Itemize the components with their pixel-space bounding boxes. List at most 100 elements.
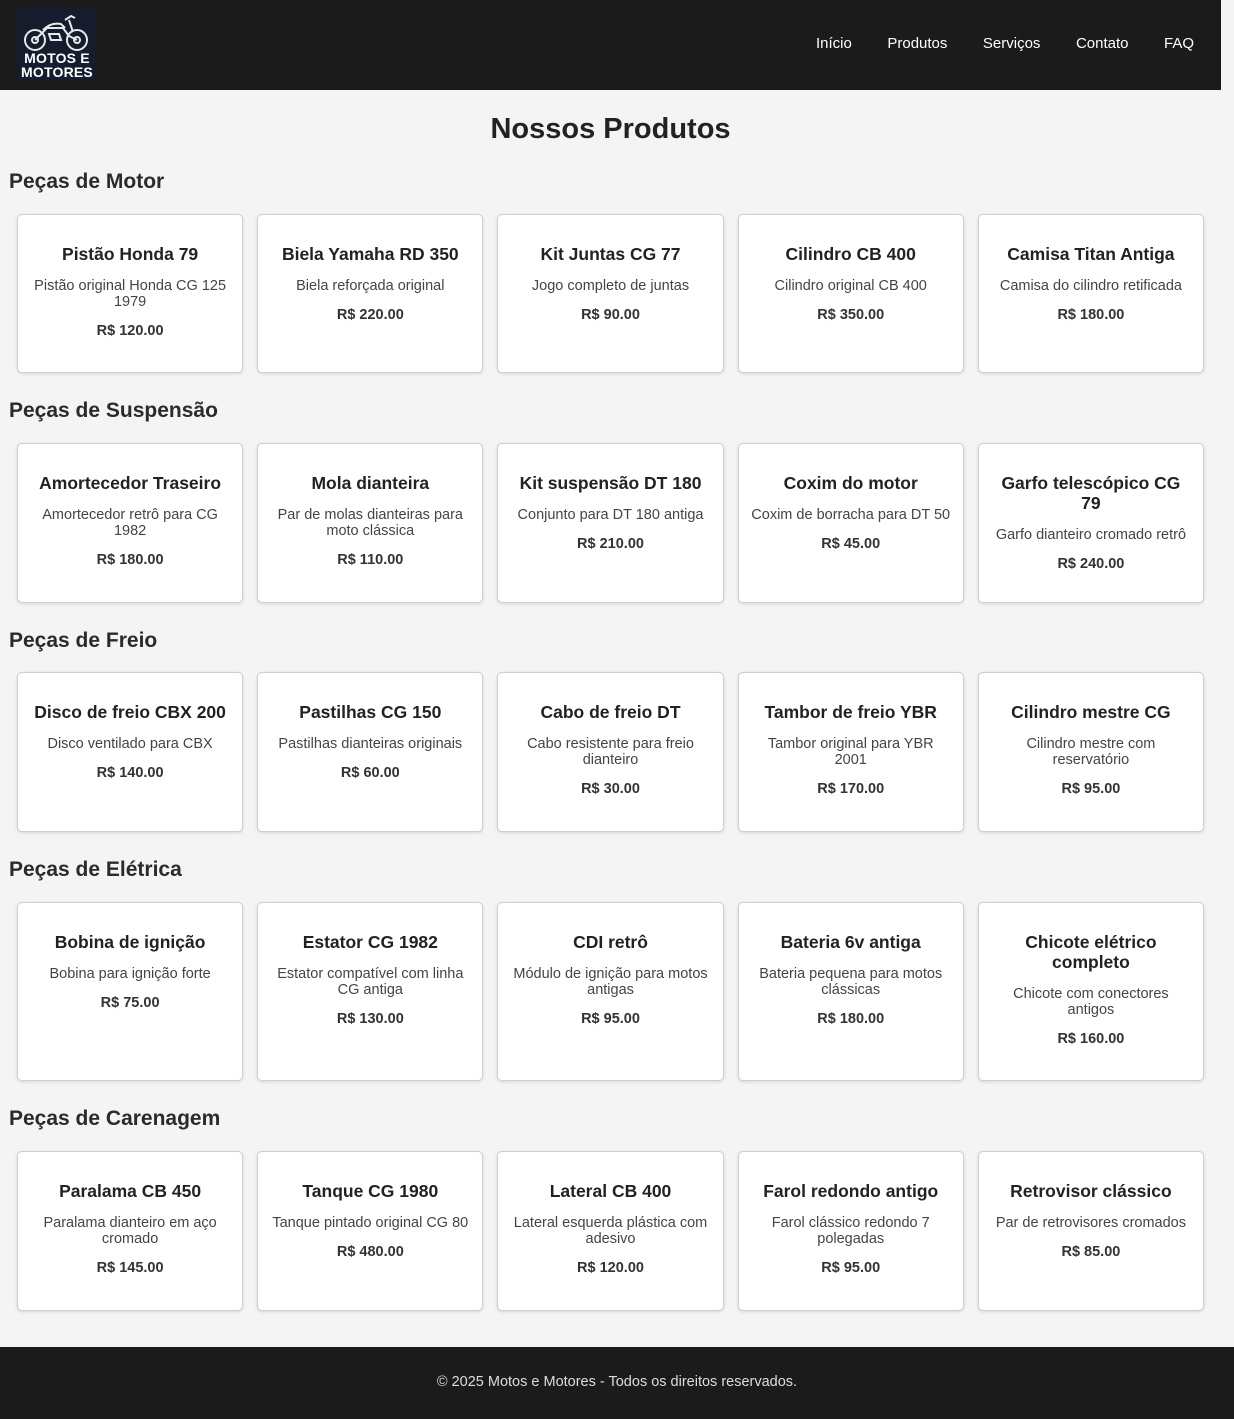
product-description: Conjunto para DT 180 antiga bbox=[517, 507, 704, 523]
product-description: Bobina para ignição forte bbox=[49, 966, 211, 982]
product-name: Farol redondo antigo bbox=[763, 1181, 939, 1201]
product-name: Cabo de freio DT bbox=[540, 702, 681, 722]
product-card[interactable]: Bobina de ignição Bobina para ignição fo… bbox=[17, 902, 244, 1081]
product-price: R$ 480.00 bbox=[336, 1244, 404, 1260]
product-card[interactable]: Farol redondo antigo Farol clássico redo… bbox=[737, 1151, 964, 1311]
product-description: Biela reforçada original bbox=[296, 278, 445, 294]
product-name: Kit Juntas CG 77 bbox=[540, 244, 681, 264]
product-price: R$ 45.00 bbox=[821, 536, 881, 552]
product-description: Amortecedor retrô para CG 1982 bbox=[42, 507, 218, 539]
product-description: Farol clássico redondo 7 polegadas bbox=[771, 1215, 930, 1247]
product-description: Camisa do cilindro retificada bbox=[999, 278, 1182, 294]
product-price: R$ 210.00 bbox=[577, 536, 644, 552]
product-name: Amortecedor Traseiro bbox=[39, 473, 222, 493]
product-price: R$ 95.00 bbox=[1061, 781, 1121, 797]
nav-link-produtos[interactable]: Produtos bbox=[887, 34, 947, 54]
motorcycle-icon bbox=[24, 14, 88, 51]
product-price: R$ 170.00 bbox=[817, 781, 885, 797]
site-header: MOTOS E MOTORES Início Produtos Serviços… bbox=[0, 0, 1221, 90]
product-name: Tanque CG 1980 bbox=[302, 1181, 439, 1201]
product-description: Cilindro original CB 400 bbox=[774, 278, 927, 294]
product-description: Pistão original Honda CG 125 1979 bbox=[34, 278, 227, 310]
product-name: Disco de freio CBX 200 bbox=[34, 702, 226, 722]
brand-name-line2: MOTORES bbox=[21, 64, 93, 80]
product-description: Jogo completo de juntas bbox=[531, 278, 690, 294]
footer-copyright: © 2025 Motos e Motores - Todos os direit… bbox=[436, 1374, 798, 1390]
product-price: R$ 120.00 bbox=[96, 323, 164, 339]
product-card[interactable]: Amortecedor Traseiro Amortecedor retrô p… bbox=[17, 443, 244, 603]
product-price: R$ 75.00 bbox=[100, 995, 160, 1011]
section-title-suspensao: Peças de Suspensão bbox=[9, 399, 218, 422]
product-card[interactable]: Garfo telescópico CG 79 Garfo dianteiro … bbox=[977, 443, 1205, 603]
product-name: Pastilhas CG 150 bbox=[299, 702, 442, 722]
product-card[interactable]: Tanque CG 1980 Tanque pintado original C… bbox=[257, 1151, 484, 1311]
product-price: R$ 180.00 bbox=[1057, 307, 1125, 323]
product-name: Garfo telescópico CG 79 bbox=[1001, 473, 1181, 513]
product-card[interactable]: Biela Yamaha RD 350 Biela reforçada orig… bbox=[257, 214, 484, 373]
section-title-carenagem: Peças de Carenagem bbox=[9, 1107, 221, 1130]
brand-logo[interactable]: MOTOS E MOTORES bbox=[17, 8, 95, 80]
product-card[interactable]: Pastilhas CG 150 Pastilhas dianteiras or… bbox=[257, 672, 484, 832]
product-price: R$ 90.00 bbox=[581, 307, 640, 323]
nav-link-faq[interactable]: FAQ bbox=[1164, 34, 1194, 54]
product-price: R$ 240.00 bbox=[1057, 556, 1125, 572]
product-price: R$ 140.00 bbox=[96, 765, 164, 781]
product-name: Tambor de freio YBR bbox=[764, 702, 937, 722]
product-card[interactable]: Pistão Honda 79 Pistão original Honda CG… bbox=[17, 214, 244, 373]
product-price: R$ 350.00 bbox=[817, 307, 885, 323]
product-card[interactable]: Kit Juntas CG 77 Jogo completo de juntas… bbox=[497, 214, 724, 373]
product-description: Par de retrovisores cromados bbox=[995, 1215, 1186, 1231]
product-name: Lateral CB 400 bbox=[549, 1181, 672, 1201]
section-title-eletrica: Peças de Elétrica bbox=[9, 858, 182, 881]
product-price: R$ 95.00 bbox=[581, 1011, 640, 1027]
product-grid-eletrica: Bobina de ignição Bobina para ignição fo… bbox=[17, 902, 1205, 1081]
product-card[interactable]: Cilindro CB 400 Cilindro original CB 400… bbox=[737, 214, 964, 373]
product-name: Chicote elétrico completo bbox=[1025, 932, 1157, 972]
nav-link-inicio[interactable]: Início bbox=[816, 34, 852, 54]
main-nav: Início Produtos Serviços Contato FAQ bbox=[781, 34, 1194, 54]
product-price: R$ 95.00 bbox=[821, 1260, 881, 1276]
product-card[interactable]: Cilindro mestre CG Cilindro mestre com r… bbox=[977, 672, 1205, 832]
product-description: Chicote com conectores antigos bbox=[1013, 986, 1169, 1018]
site-footer: © 2025 Motos e Motores - Todos os direit… bbox=[0, 1347, 1234, 1419]
product-name: Paralama CB 450 bbox=[59, 1181, 202, 1201]
product-price: R$ 130.00 bbox=[336, 1011, 404, 1027]
product-name: Bobina de ignição bbox=[54, 932, 206, 952]
product-card[interactable]: Kit suspensão DT 180 Conjunto para DT 18… bbox=[497, 443, 724, 603]
product-card[interactable]: Lateral CB 400 Lateral esquerda plástica… bbox=[497, 1151, 724, 1311]
product-grid-freio: Disco de freio CBX 200 Disco ventilado p… bbox=[17, 672, 1205, 832]
product-card[interactable]: Tambor de freio YBR Tambor original para… bbox=[737, 672, 964, 832]
product-description: Módulo de ignição para motos antigas bbox=[513, 966, 708, 998]
product-name: Pistão Honda 79 bbox=[62, 244, 199, 264]
product-card[interactable]: Paralama CB 450 Paralama dianteiro em aç… bbox=[17, 1151, 244, 1311]
nav-link-contato[interactable]: Contato bbox=[1076, 34, 1129, 54]
product-grid-suspensao: Amortecedor Traseiro Amortecedor retrô p… bbox=[17, 443, 1205, 603]
product-name: Mola dianteira bbox=[311, 473, 430, 493]
product-name: Retrovisor clássico bbox=[1010, 1181, 1172, 1201]
product-description: Coxim de borracha para DT 50 bbox=[751, 507, 951, 523]
product-card[interactable]: Disco de freio CBX 200 Disco ventilado p… bbox=[17, 672, 244, 832]
product-card[interactable]: Camisa Titan Antiga Camisa do cilindro r… bbox=[977, 214, 1205, 373]
product-price: R$ 85.00 bbox=[1061, 1244, 1121, 1260]
nav-link-servicos[interactable]: Serviços bbox=[983, 34, 1041, 54]
product-card[interactable]: Cabo de freio DT Cabo resistente para fr… bbox=[497, 672, 724, 832]
product-card[interactable]: Bateria 6v antiga Bateria pequena para m… bbox=[737, 902, 964, 1081]
product-name: Estator CG 1982 bbox=[302, 932, 438, 952]
product-description: Par de molas dianteiras para moto clássi… bbox=[277, 507, 463, 539]
section-title-motor: Peças de Motor bbox=[9, 170, 165, 193]
product-description: Garfo dianteiro cromado retrô bbox=[995, 527, 1187, 543]
product-name: Cilindro mestre CG bbox=[1011, 702, 1171, 722]
product-card[interactable]: Mola dianteira Par de molas dianteiras p… bbox=[257, 443, 484, 603]
product-description: Paralama dianteiro em aço cromado bbox=[43, 1215, 217, 1247]
product-description: Lateral esquerda plástica com adesivo bbox=[513, 1215, 708, 1247]
product-card[interactable]: Chicote elétrico completo Chicote com co… bbox=[977, 902, 1205, 1081]
brand-name-line1: MOTOS E bbox=[24, 50, 90, 66]
product-description: Cilindro mestre com reservatório bbox=[1026, 736, 1156, 768]
product-price: R$ 30.00 bbox=[581, 781, 640, 797]
product-card[interactable]: Estator CG 1982 Estator compatível com l… bbox=[257, 902, 484, 1081]
product-card[interactable]: Coxim do motor Coxim de borracha para DT… bbox=[737, 443, 964, 603]
product-name: Camisa Titan Antiga bbox=[1007, 244, 1175, 264]
product-name: Bateria 6v antiga bbox=[780, 932, 921, 952]
product-card[interactable]: CDI retrô Módulo de ignição para motos a… bbox=[497, 902, 724, 1081]
product-card[interactable]: Retrovisor clássico Par de retrovisores … bbox=[977, 1151, 1205, 1311]
